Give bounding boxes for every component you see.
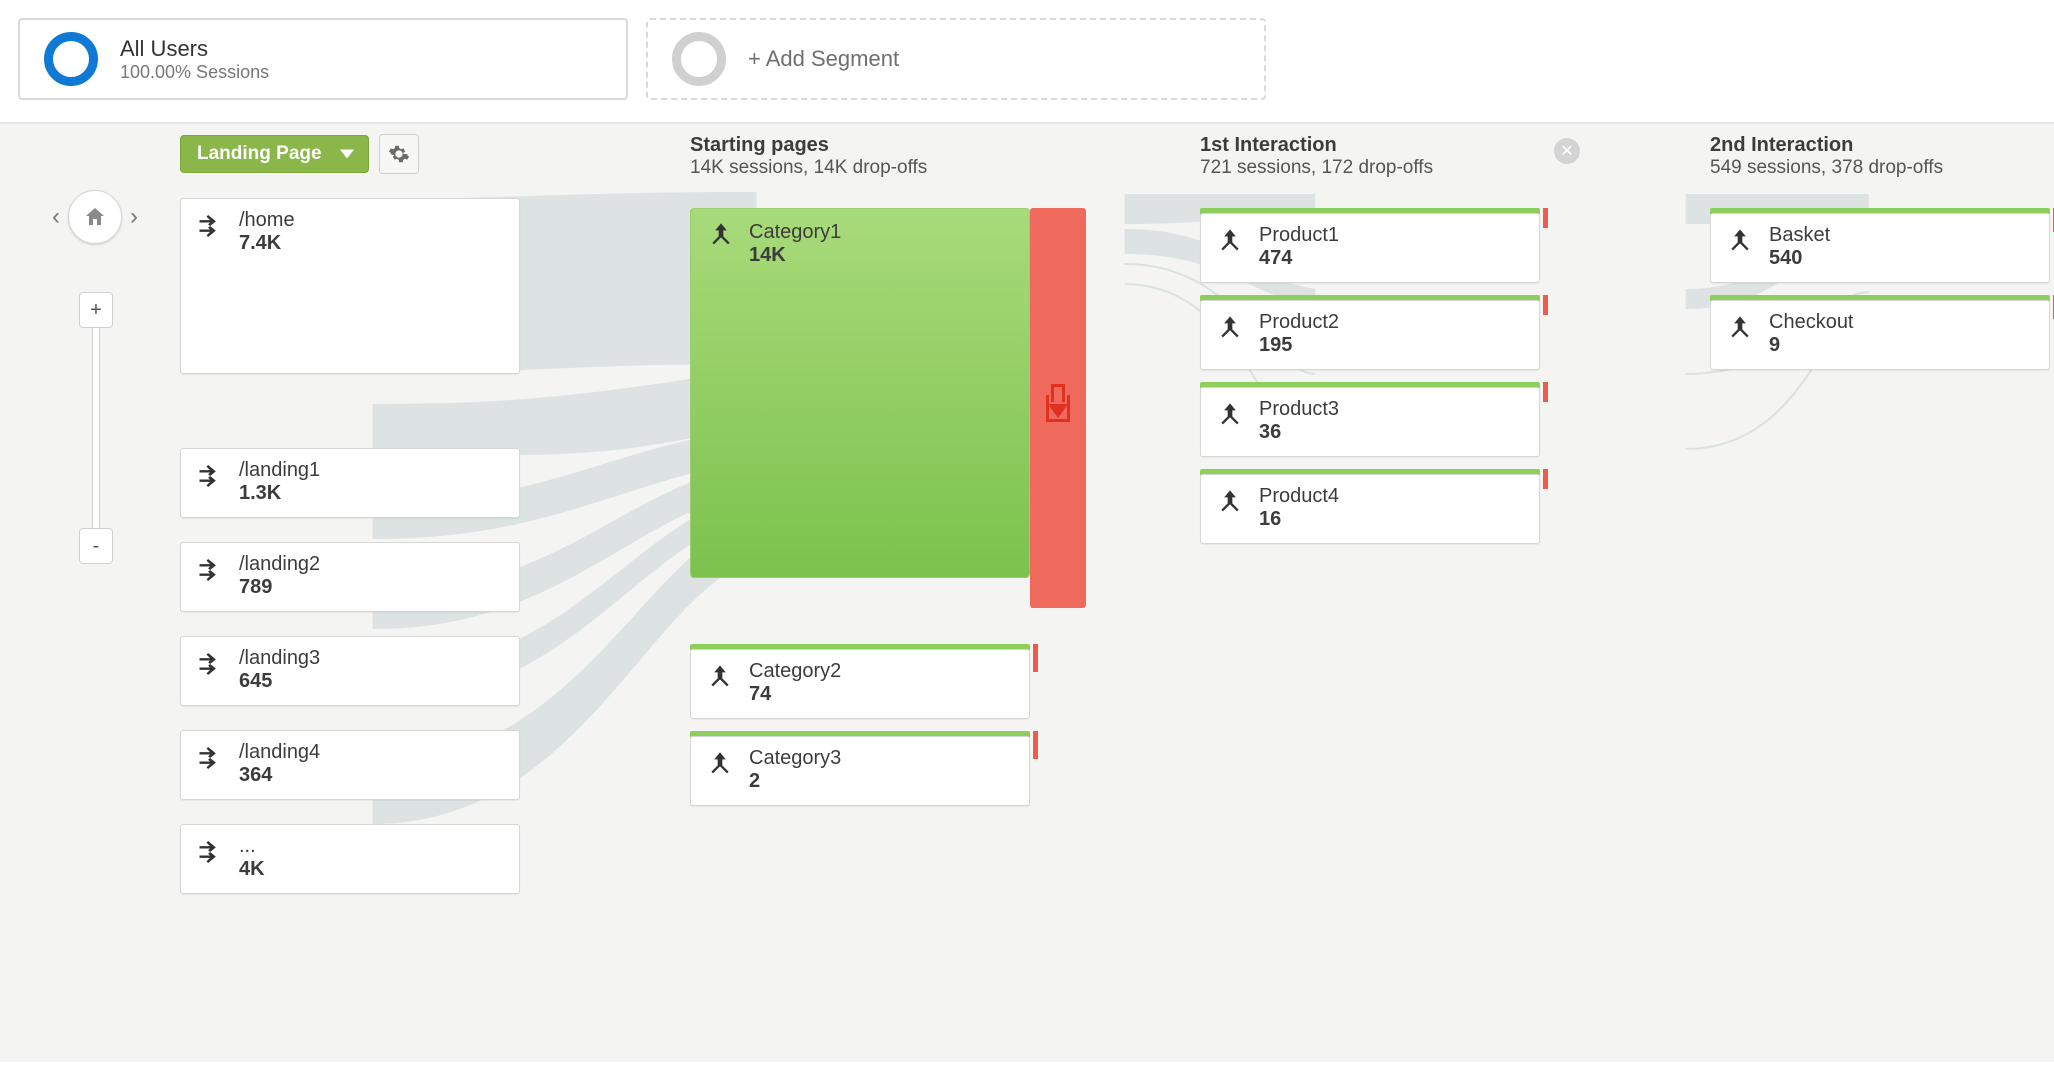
node-label: /landing1 bbox=[239, 459, 320, 482]
segment-ring-icon bbox=[44, 32, 98, 86]
node-value: 36 bbox=[1259, 421, 1339, 444]
node-label: Product4 bbox=[1259, 485, 1339, 508]
merge-arrow-icon bbox=[705, 662, 735, 692]
node-label: /home bbox=[239, 209, 295, 232]
dropoff-tick bbox=[1033, 644, 1038, 672]
node-label: Checkout bbox=[1769, 311, 1854, 334]
dimension-select[interactable]: Landing Page bbox=[180, 135, 369, 173]
merge-arrow-icon bbox=[1215, 226, 1245, 256]
dropoff-tick bbox=[1033, 731, 1038, 759]
flow-node[interactable]: /landing2789 bbox=[180, 542, 520, 612]
node-label: /landing4 bbox=[239, 741, 320, 764]
add-segment-label: + Add Segment bbox=[748, 46, 899, 72]
merge-arrow-icon bbox=[707, 221, 735, 254]
flow-node[interactable]: Checkout9 bbox=[1710, 300, 2050, 370]
settings-button[interactable] bbox=[379, 134, 419, 174]
merge-arrow-icon bbox=[705, 749, 735, 779]
split-arrow-icon bbox=[195, 555, 225, 585]
flow-node[interactable]: Category274 bbox=[690, 649, 1030, 719]
column-title: 1st Interaction bbox=[1200, 134, 1540, 157]
node-value: 9 bbox=[1769, 334, 1854, 357]
node-value: 364 bbox=[239, 764, 320, 787]
flow-node[interactable]: Category32 bbox=[690, 736, 1030, 806]
segment-bar: All Users 100.00% Sessions + Add Segment bbox=[0, 0, 2054, 124]
gear-icon bbox=[388, 143, 410, 165]
close-column-button[interactable]: ✕ bbox=[1554, 138, 1580, 164]
flow-node[interactable]: Basket540 bbox=[1710, 213, 2050, 283]
nav-prev-button[interactable]: ‹ bbox=[44, 194, 68, 240]
zoom-out-button[interactable]: - bbox=[79, 528, 113, 564]
merge-arrow-icon bbox=[1215, 400, 1245, 430]
dropoff-tick bbox=[1543, 295, 1548, 315]
node-label: Category2 bbox=[749, 660, 841, 683]
zoom-widget: + - bbox=[78, 292, 114, 564]
node-value: 1.3K bbox=[239, 482, 320, 505]
node-value: 16 bbox=[1259, 508, 1339, 531]
flow-node[interactable]: /landing3645 bbox=[180, 636, 520, 706]
node-value: 645 bbox=[239, 670, 320, 693]
zoom-slider[interactable] bbox=[92, 328, 100, 528]
home-icon bbox=[83, 205, 107, 229]
segment-name: All Users bbox=[120, 36, 269, 62]
add-segment-button[interactable]: + Add Segment bbox=[646, 18, 1266, 100]
nav-home-button[interactable] bbox=[68, 190, 122, 244]
node-label: ... bbox=[239, 835, 265, 858]
column-title: Starting pages bbox=[690, 134, 1030, 157]
flow-column-starting: Starting pages14K sessions, 14K drop-off… bbox=[690, 134, 1030, 918]
dropoff-tick bbox=[1543, 208, 1548, 228]
node-value: 789 bbox=[239, 576, 320, 599]
flow-node[interactable]: Product1474 bbox=[1200, 213, 1540, 283]
flow-node[interactable]: /landing11.3K bbox=[180, 448, 520, 518]
flow-node[interactable]: ...4K bbox=[180, 824, 520, 894]
node-label: /landing2 bbox=[239, 553, 320, 576]
node-label: Basket bbox=[1769, 224, 1830, 247]
node-value: 195 bbox=[1259, 334, 1339, 357]
node-label: Product2 bbox=[1259, 311, 1339, 334]
flow-canvas: ‹ › + - Landing Page /home7.4K /la bbox=[0, 124, 2054, 1062]
split-arrow-icon bbox=[195, 649, 225, 679]
zoom-in-button[interactable]: + bbox=[79, 292, 113, 328]
segment-detail: 100.00% Sessions bbox=[120, 62, 269, 83]
merge-arrow-icon bbox=[1215, 313, 1245, 343]
nav-widget: ‹ › bbox=[44, 190, 146, 244]
split-arrow-icon bbox=[195, 211, 225, 241]
flow-node[interactable]: /home7.4K bbox=[180, 198, 520, 374]
split-arrow-icon bbox=[195, 461, 225, 491]
dropoff-tick bbox=[1543, 469, 1548, 489]
flow-node[interactable]: Product336 bbox=[1200, 387, 1540, 457]
column-title: 2nd Interaction bbox=[1710, 134, 2050, 157]
node-value: 540 bbox=[1769, 247, 1830, 270]
node-label: /landing3 bbox=[239, 647, 320, 670]
node-value: 2 bbox=[749, 770, 841, 793]
node-value: 4K bbox=[239, 858, 265, 881]
flow-column-int2: 2nd Interaction549 sessions, 378 drop-of… bbox=[1710, 134, 2050, 918]
node-label: Category3 bbox=[749, 747, 841, 770]
flow-node[interactable]: Product2195 bbox=[1200, 300, 1540, 370]
node-label: Product1 bbox=[1259, 224, 1339, 247]
segment-all-users[interactable]: All Users 100.00% Sessions bbox=[18, 18, 628, 100]
node-label: Product3 bbox=[1259, 398, 1339, 421]
node-value: 14K bbox=[749, 244, 841, 267]
flow-column-int1: 1st Interaction721 sessions, 172 drop-of… bbox=[1200, 134, 1540, 918]
flow-node[interactable]: Product416 bbox=[1200, 474, 1540, 544]
node-value: 474 bbox=[1259, 247, 1339, 270]
flow-column-landing: Landing Page /home7.4K /landing11.3K /la… bbox=[180, 134, 520, 918]
node-label: Category1 bbox=[749, 221, 841, 244]
merge-arrow-icon bbox=[1725, 226, 1755, 256]
column-subtitle: 549 sessions, 378 drop-offs bbox=[1710, 157, 2050, 179]
column-subtitle: 14K sessions, 14K drop-offs bbox=[690, 157, 1030, 179]
dropoff-indicator bbox=[1030, 208, 1086, 608]
column-subtitle: 721 sessions, 172 drop-offs bbox=[1200, 157, 1540, 179]
flow-node[interactable]: /landing4364 bbox=[180, 730, 520, 800]
split-arrow-icon bbox=[195, 743, 225, 773]
segment-ring-icon bbox=[672, 32, 726, 86]
split-arrow-icon bbox=[195, 837, 225, 867]
node-value: 7.4K bbox=[239, 232, 295, 255]
dropoff-tick bbox=[1543, 382, 1548, 402]
node-value: 74 bbox=[749, 683, 841, 706]
flow-node[interactable]: Category114K bbox=[690, 208, 1030, 578]
merge-arrow-icon bbox=[1215, 487, 1245, 517]
nav-next-button[interactable]: › bbox=[122, 194, 146, 240]
merge-arrow-icon bbox=[1725, 313, 1755, 343]
